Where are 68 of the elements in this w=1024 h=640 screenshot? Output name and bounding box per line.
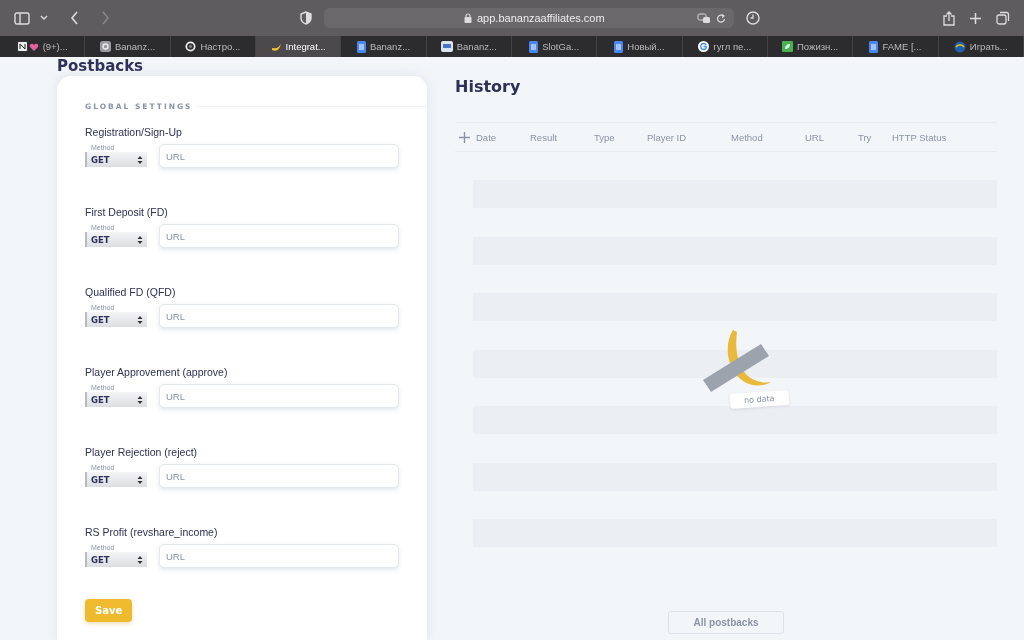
event-title: First Deposit (FD) (85, 206, 169, 218)
history-title: History (455, 77, 522, 96)
url-input[interactable]: URL (159, 544, 399, 568)
event-title: RS Profit (revshare_income) (85, 526, 219, 538)
updown-icon (137, 394, 143, 405)
address-bar[interactable]: app.bananzaaffiliates.com (324, 8, 734, 28)
browser-tab[interactable]: Integrat... (256, 36, 342, 57)
event-title: Player Approvement (approve) (85, 366, 229, 378)
url-input[interactable]: URL (159, 144, 399, 168)
page-title: Postbacks (57, 57, 145, 76)
document-icon (529, 40, 539, 53)
browser-tab[interactable]: гугл пе... (682, 36, 768, 57)
browser-tab[interactable]: Пожизн... (767, 36, 854, 57)
method-select[interactable]: GET (85, 152, 147, 167)
method-select[interactable]: GET (85, 392, 147, 407)
updown-icon (137, 314, 143, 325)
method-select[interactable]: GET (85, 232, 147, 247)
updown-icon (137, 154, 143, 165)
browser-tab[interactable]: Настро... (170, 36, 256, 57)
browser-tab[interactable]: Новый... (597, 36, 683, 57)
leaf-icon (782, 41, 793, 52)
lock-icon (464, 13, 472, 23)
column-header: Try (858, 131, 872, 143)
browser-tab[interactable]: Bananz... (341, 36, 427, 57)
chevron-down-icon[interactable] (40, 15, 48, 21)
url-input[interactable]: URL (159, 384, 399, 408)
method-select[interactable]: GET (85, 472, 147, 487)
tabs-overview-icon[interactable] (996, 11, 1010, 25)
url-input[interactable]: URL (159, 304, 399, 328)
column-header: Result (530, 131, 557, 143)
method-select[interactable]: GET (85, 552, 147, 567)
browser-tab[interactable]: FAME [... (853, 36, 939, 57)
browser-tab[interactable]: SlotGa... (511, 36, 598, 57)
browser-tab[interactable]: Bananz... (426, 36, 512, 57)
document-icon (356, 40, 366, 53)
updown-icon (137, 474, 143, 485)
sidebar-icon[interactable] (14, 11, 30, 25)
google-icon (698, 41, 710, 52)
column-header: Player ID (647, 131, 687, 143)
column-header: Type (594, 131, 615, 143)
clock-icon[interactable] (746, 11, 760, 25)
event-title: Player Rejection (reject) (85, 446, 199, 458)
plus-icon[interactable] (459, 131, 470, 143)
browser-tab[interactable]: Bananz... (85, 36, 171, 57)
globe-icon (953, 40, 966, 53)
share-icon[interactable] (943, 10, 955, 26)
updown-icon (137, 554, 143, 565)
reload-icon[interactable] (716, 12, 726, 24)
url-input[interactable]: URL (159, 224, 399, 248)
browser-tab[interactable]: Играть... (938, 36, 1024, 57)
column-header: URL (805, 131, 824, 143)
back-icon[interactable] (70, 11, 79, 25)
image-icon (440, 41, 453, 52)
gear-icon (185, 41, 197, 52)
translate-icon[interactable] (697, 12, 711, 24)
column-header: HTTP Status (892, 131, 947, 143)
document-icon (869, 40, 879, 53)
event-title: Qualified FD (QFD) (85, 286, 177, 298)
shield-icon[interactable] (300, 11, 312, 25)
banana-icon (270, 41, 282, 52)
column-header: Method (731, 131, 763, 143)
method-select[interactable]: GET (85, 312, 147, 327)
column-header: Date (476, 131, 497, 143)
browser-tab[interactable]: (9+)... (0, 36, 86, 57)
updown-icon (137, 234, 143, 245)
event-title: Registration/Sign-Up (85, 126, 183, 138)
document-icon (614, 40, 624, 53)
url-input[interactable]: URL (159, 464, 399, 488)
